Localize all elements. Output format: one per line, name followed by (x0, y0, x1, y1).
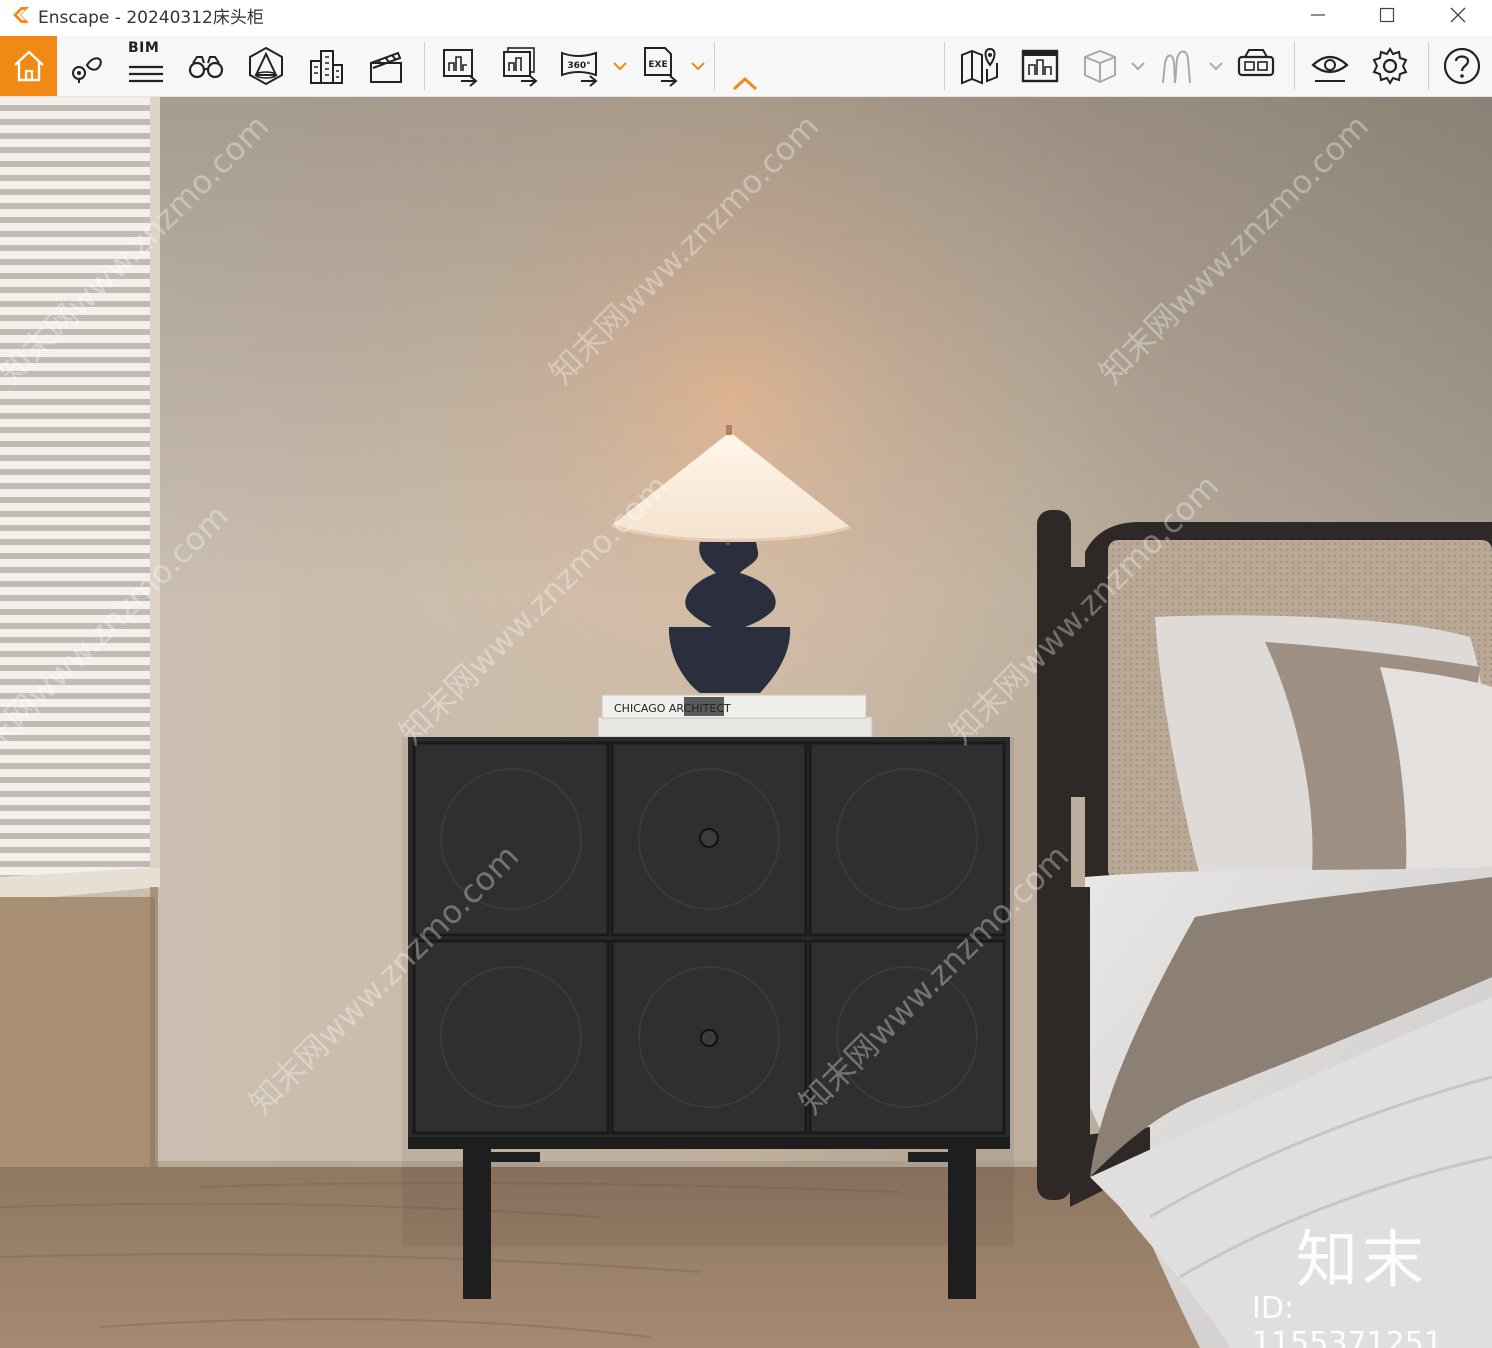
minimize-icon (1311, 14, 1325, 16)
binoculars-icon (188, 56, 224, 79)
home-icon (13, 50, 44, 82)
settings-button[interactable] (1366, 42, 1414, 90)
chevron-up-icon[interactable] (732, 76, 758, 92)
render-360-button[interactable]: 360° (556, 42, 604, 90)
close-button[interactable] (1428, 0, 1488, 30)
home-button[interactable] (0, 36, 57, 96)
eye-icon (1311, 55, 1349, 82)
visual-settings-button[interactable] (242, 42, 290, 90)
main-toolbar: BIM 360° EXE (0, 36, 1492, 97)
map-location-icon (961, 47, 998, 85)
close-icon (1450, 7, 1466, 23)
chevron-down-icon[interactable] (1208, 58, 1224, 74)
vr-headset-icon (1237, 49, 1275, 77)
toolbar-separator (714, 42, 715, 90)
book-spine-title: CHICAGO ARCHITECT (614, 702, 731, 715)
material-editor-button[interactable] (1154, 42, 1202, 90)
clapperboard-icon (370, 51, 402, 83)
render-viewport[interactable]: CHICAGO ARCHITECT 知末网www.znzmo.com 知末网ww… (0, 97, 1492, 1348)
help-button[interactable] (1438, 42, 1486, 90)
batch-render-icon (503, 47, 538, 87)
asset-editor-button[interactable] (1076, 42, 1124, 90)
toolbar-separator (944, 42, 945, 90)
views-manager-button[interactable] (62, 42, 110, 90)
cone-cube-icon (249, 46, 283, 86)
video-editor-button[interactable] (362, 42, 410, 90)
asset-library-button[interactable] (182, 42, 230, 90)
toolbar-separator (1428, 42, 1429, 90)
title-bar: Enscape - 20240312床头柜 (0, 0, 1492, 36)
help-icon (1443, 47, 1481, 85)
exe-file-icon: EXE (644, 47, 678, 87)
cube-icon (1084, 49, 1116, 84)
exe-label: EXE (648, 60, 667, 70)
batch-render-button[interactable] (436, 42, 484, 90)
bim-label: BIM (128, 40, 160, 56)
bedroom-render: CHICAGO ARCHITECT (0, 97, 1492, 1348)
site-context-button[interactable] (302, 42, 350, 90)
chevron-down-icon[interactable] (1130, 58, 1146, 74)
buildings-icon (310, 50, 343, 84)
viewport-window-icon (1021, 49, 1059, 83)
chevron-down-icon[interactable] (612, 58, 628, 74)
sculpture-icon (1162, 50, 1191, 84)
maximize-icon (1379, 7, 1395, 23)
map-button[interactable] (956, 42, 1004, 90)
bim-button[interactable]: BIM (122, 40, 170, 90)
export-exe-button[interactable]: EXE (636, 42, 684, 90)
image-id: ID: 1155371251 (1252, 1291, 1443, 1348)
gear-icon (1372, 47, 1408, 85)
toolbar-separator (424, 42, 425, 90)
render-image-button[interactable] (496, 42, 544, 90)
panorama-360-icon: 360° (561, 51, 598, 87)
toolbar-separator (1294, 42, 1295, 90)
enscape-logo-icon (13, 7, 29, 23)
map-pin-views-icon (72, 57, 102, 83)
maximize-button[interactable] (1357, 0, 1417, 30)
visibility-button[interactable] (1306, 42, 1354, 90)
minimize-button[interactable] (1288, 0, 1348, 30)
window-title: Enscape - 20240312床头柜 (38, 8, 264, 28)
chevron-down-icon[interactable] (690, 58, 706, 74)
brand-mark: 知末 (1296, 1223, 1429, 1296)
panorama-360-label: 360° (567, 61, 590, 71)
vr-headset-button[interactable] (1232, 42, 1280, 90)
live-updates-button[interactable] (1016, 42, 1064, 90)
render-image-icon (443, 49, 478, 87)
